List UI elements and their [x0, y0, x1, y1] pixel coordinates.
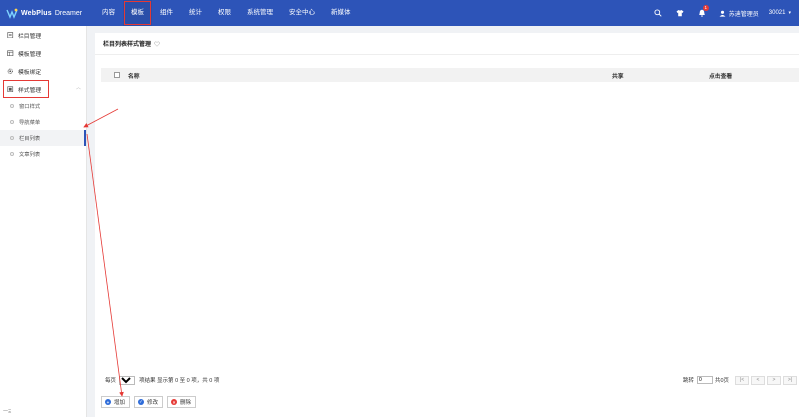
plus-icon: +	[105, 399, 111, 405]
sidebar-item-template-bind[interactable]: 模板绑定	[0, 62, 86, 80]
template-icon	[7, 50, 14, 57]
close-icon: ×	[171, 399, 178, 405]
sidebar-subitem-nav-menu[interactable]: 导航菜单	[0, 114, 86, 130]
circle-icon	[10, 136, 14, 140]
column-header-view[interactable]: 点击查看	[709, 71, 732, 80]
circle-icon	[10, 120, 14, 124]
sidebar-subitem-article-list[interactable]: 文章列表	[0, 146, 86, 162]
nav-item-security[interactable]: 安全中心	[281, 0, 323, 26]
result-info: 项结果 显示第 0 至 0 项，共 0 项	[139, 378, 220, 384]
check-icon: ✓	[138, 399, 145, 405]
nav-item-template[interactable]: 模板	[123, 0, 152, 26]
action-buttons: + 增加 ✓ 修改 × 删除	[101, 396, 200, 408]
per-page-select[interactable]: 20	[119, 375, 136, 385]
per-page-label: 每页	[105, 378, 117, 384]
logo[interactable]: WebPlus Dreamer	[0, 0, 96, 26]
sidebar-subitem-window-style[interactable]: 窗口样式	[0, 98, 86, 114]
nav-item-content[interactable]: 内容	[96, 0, 123, 26]
gear-icon	[7, 68, 14, 75]
doc-icon	[7, 31, 14, 39]
nav-item-permission[interactable]: 权限	[210, 0, 239, 26]
pagination-controls: 跳转 共0页 |< < > >|	[683, 372, 799, 388]
sidebar-subitem-label: 文章列表	[19, 152, 41, 158]
sidebar-item-template-manage[interactable]: 模板管理	[0, 44, 86, 62]
add-button-label: 增加	[114, 400, 126, 406]
column-header-name[interactable]: 名称	[128, 71, 140, 80]
nav-item-media[interactable]: 新媒体	[323, 0, 359, 26]
circle-icon	[10, 104, 14, 108]
delete-button[interactable]: × 删除	[167, 396, 197, 408]
next-page-button[interactable]: >	[767, 375, 781, 385]
last-page-button[interactable]: >|	[783, 375, 797, 385]
sidebar-collapse-toggle[interactable]: 一Ξ	[3, 408, 11, 415]
chevron-down-icon: ▾	[788, 10, 791, 16]
sidebar-subitem-label: 栏目列表	[19, 136, 41, 142]
nav-item-component[interactable]: 组件	[152, 0, 181, 26]
brand-sub: Dreamer	[54, 9, 83, 17]
page-title: 栏目列表样式管理	[103, 42, 152, 48]
sidebar-item-label: 栏目管理	[18, 33, 42, 40]
select-all-checkbox[interactable]	[114, 72, 120, 78]
notification-button[interactable]: 1	[691, 0, 713, 26]
sidebar-item-label: 样式管理	[18, 87, 42, 94]
site-selector[interactable]: 30021 ▾	[765, 10, 799, 16]
table-header: 名称 共享 点击查看	[101, 68, 799, 82]
user-name: 苏迪管理员	[728, 11, 759, 18]
notification-badge: 1	[702, 5, 709, 11]
circle-icon	[10, 152, 14, 156]
sidebar-item-column-manage[interactable]: 栏目管理	[0, 26, 86, 44]
top-bar: WebPlus Dreamer 内容 模板 组件 统计 权限 系统管理 安全中心…	[0, 0, 799, 26]
sidebar-item-label: 模板管理	[18, 51, 42, 58]
site-id: 30021	[768, 10, 786, 16]
top-right-tools: 1 苏迪管理员 30021 ▾	[647, 0, 799, 26]
jump-input[interactable]	[696, 376, 713, 384]
style-icon	[7, 86, 14, 93]
first-page-button[interactable]: |<	[735, 375, 749, 385]
search-icon	[654, 9, 662, 17]
brand-name: WebPlus	[21, 9, 52, 17]
nav-item-stats[interactable]: 统计	[181, 0, 210, 26]
user-icon	[719, 10, 726, 17]
sidebar-subitem-label: 导航菜单	[19, 120, 41, 126]
style-table: 名称 共享 点击查看	[101, 68, 799, 82]
user-menu[interactable]: 苏迪管理员	[713, 9, 765, 18]
prev-page-button[interactable]: <	[751, 375, 765, 385]
pagination: 每页 20 项结果 显示第 0 至 0 项，共 0 项 跳转 共0页 |< < …	[101, 372, 799, 388]
column-header-share[interactable]: 共享	[612, 71, 624, 80]
search-button[interactable]	[647, 0, 669, 26]
heart-icon[interactable]	[154, 40, 160, 47]
sidebar-item-style-manage[interactable]: 样式管理	[3, 80, 49, 98]
sidebar-subitem-column-list[interactable]: 栏目列表	[0, 130, 86, 146]
main-panel: 栏目列表样式管理 名称 共享 点击查看 每页 20 项结果 显示第 0 至 0 …	[95, 33, 799, 417]
edit-button[interactable]: ✓ 修改	[134, 396, 164, 408]
total-pages: 共0页	[714, 378, 729, 384]
sidebar: 栏目管理 模板管理 模板绑定 样式管理 ︿ 窗口样式 导航菜单 栏目列表 文章列…	[0, 26, 87, 417]
add-button[interactable]: + 增加	[101, 396, 131, 408]
shirt-icon	[676, 10, 684, 17]
logo-icon	[6, 8, 18, 19]
sidebar-subitem-label: 窗口样式	[19, 104, 41, 110]
skin-button[interactable]	[669, 0, 691, 26]
main-nav: 内容 模板 组件 统计 权限 系统管理 安全中心 新媒体	[96, 0, 359, 26]
nav-item-system[interactable]: 系统管理	[239, 0, 281, 26]
page-title-bar: 栏目列表样式管理	[95, 33, 799, 55]
sidebar-item-label: 模板绑定	[18, 69, 42, 76]
delete-button-label: 删除	[180, 400, 192, 406]
edit-button-label: 修改	[147, 400, 159, 406]
jump-label: 跳转	[682, 378, 694, 384]
chevron-up-icon[interactable]: ︿	[76, 84, 81, 91]
